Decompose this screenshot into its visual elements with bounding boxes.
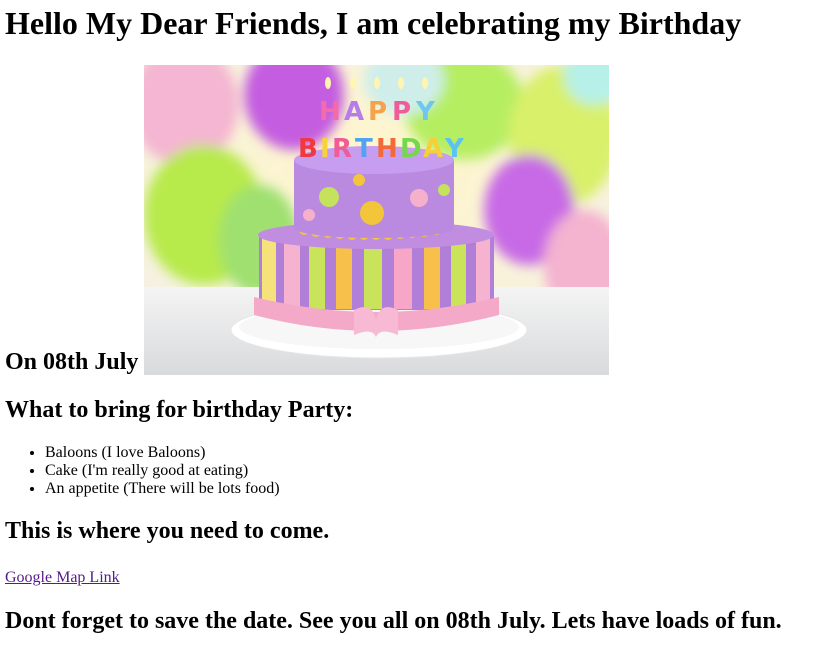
page: Hello My Dear Friends, I am celebrating … bbox=[0, 0, 814, 635]
google-map-link[interactable]: Google Map Link bbox=[5, 569, 120, 587]
date-label: On 08th July bbox=[5, 349, 139, 375]
bring-heading: What to bring for birthday Party: bbox=[5, 397, 354, 423]
location-heading: This is where you need to come. bbox=[5, 518, 330, 544]
svg-text:P: P bbox=[392, 97, 411, 127]
svg-text:P: P bbox=[368, 97, 387, 127]
svg-text:R: R bbox=[332, 134, 352, 164]
list-item: Cake (I'm really good at eating) bbox=[45, 462, 809, 480]
svg-text:A: A bbox=[423, 134, 443, 164]
svg-text:Y: Y bbox=[415, 97, 436, 127]
closing-message: Dont forget to save the date. See you al… bbox=[5, 608, 782, 634]
date-heading: On 08th July H A P P Y B I R T H D A Y bbox=[5, 62, 809, 375]
list-item: An appetite (There will be lots food) bbox=[45, 480, 809, 498]
svg-text:T: T bbox=[355, 134, 373, 164]
svg-text:H: H bbox=[319, 97, 341, 127]
svg-text:Y: Y bbox=[444, 134, 465, 164]
birthday-cake-image: H A P P Y B I R T H D A Y bbox=[144, 65, 610, 375]
list-item: Baloons (I love Baloons) bbox=[45, 444, 809, 462]
svg-text:I: I bbox=[320, 134, 330, 164]
page-title: Hello My Dear Friends, I am celebrating … bbox=[5, 5, 742, 41]
svg-text:H: H bbox=[376, 134, 398, 164]
svg-text:B: B bbox=[298, 134, 318, 164]
svg-text:D: D bbox=[400, 134, 422, 164]
bring-list: Baloons (I love Baloons) Cake (I'm reall… bbox=[5, 444, 809, 498]
svg-text:A: A bbox=[344, 97, 364, 127]
